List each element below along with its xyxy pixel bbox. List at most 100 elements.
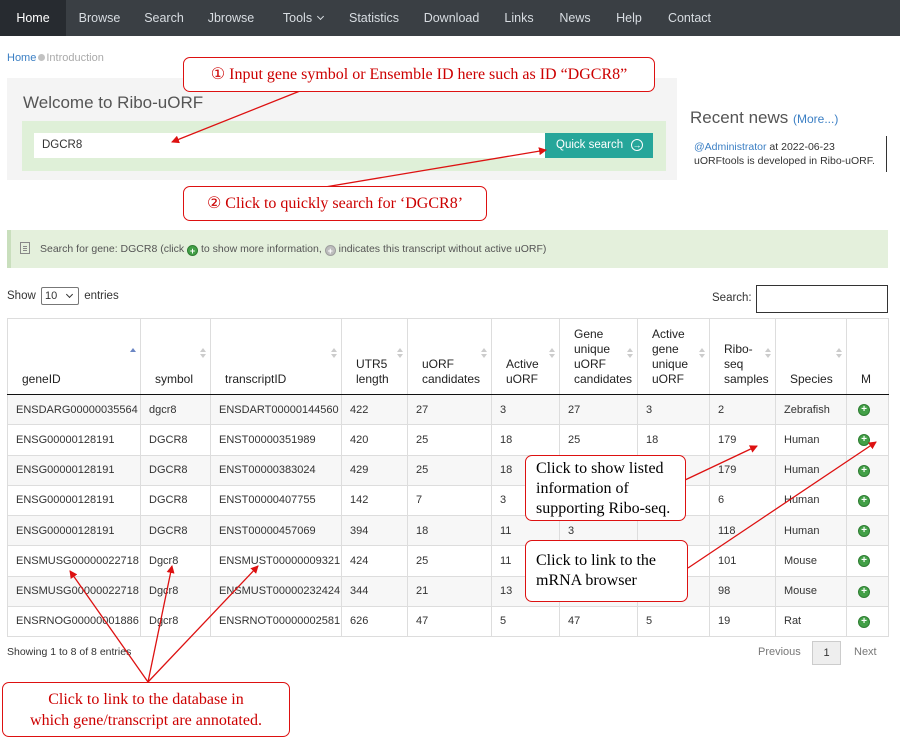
arrow-right-circle-icon: → bbox=[631, 139, 643, 151]
transcript-id-link[interactable]: ENSDART00000144560 bbox=[210, 393, 342, 426]
col-header-species[interactable]: Species bbox=[775, 318, 847, 395]
pagination-page-1[interactable]: 1 bbox=[812, 641, 841, 665]
news-more-link[interactable]: (More...) bbox=[793, 112, 838, 126]
transcript-id-link[interactable]: ENSMUST00000232424 bbox=[210, 575, 342, 607]
utr5-length-cell: 394 bbox=[341, 514, 408, 547]
expand-plus-icon[interactable]: + bbox=[858, 434, 870, 447]
transcript-id-link[interactable]: ENST00000351989 bbox=[210, 424, 342, 456]
search-info-text: Search for gene: DGCR8 (click + to show … bbox=[40, 243, 546, 256]
col-header-riboseq-samples[interactable]: Ribo-seq samples bbox=[709, 318, 776, 395]
recent-news-title: Recent news (More...) bbox=[690, 108, 838, 128]
nav-browse[interactable]: Browse bbox=[68, 0, 131, 36]
symbol-link[interactable]: dgcr8 bbox=[140, 393, 211, 426]
transcript-id-link[interactable]: ENSMUST00000009321 bbox=[210, 545, 342, 577]
transcript-id-link[interactable]: ENST00000383024 bbox=[210, 454, 342, 486]
gene-id-link[interactable]: ENSDARG00000035564 bbox=[7, 393, 141, 426]
expand-plus-icon[interactable]: + bbox=[858, 555, 870, 568]
transcript-id-link[interactable]: ENSRNOT00000002581 bbox=[210, 605, 342, 638]
pagination-previous[interactable]: Previous bbox=[758, 646, 801, 658]
riboseq-samples-link[interactable]: 2 bbox=[709, 393, 776, 426]
symbol-link[interactable]: Dgcr8 bbox=[140, 575, 211, 607]
nav-links[interactable]: Links bbox=[500, 0, 538, 36]
transcript-id-link[interactable]: ENST00000407755 bbox=[210, 484, 342, 517]
more-cell: + bbox=[846, 393, 889, 426]
entries-label: entries bbox=[84, 290, 119, 303]
riboseq-samples-link[interactable]: 179 bbox=[709, 454, 776, 486]
nav-news[interactable]: News bbox=[554, 0, 596, 36]
col-header-active-gene-unique[interactable]: Active gene unique uORF bbox=[637, 318, 710, 395]
riboseq-samples-link[interactable]: 19 bbox=[709, 605, 776, 638]
riboseq-samples-link[interactable]: 118 bbox=[709, 514, 776, 547]
col-header-uorf-candidates[interactable]: uORF candidates bbox=[407, 318, 492, 395]
quick-search-button[interactable]: Quick search → bbox=[545, 133, 653, 158]
active-gene-unique-cell: 18 bbox=[637, 424, 710, 456]
entries-select[interactable]: 10 bbox=[40, 287, 79, 305]
nav-tools-label: Tools bbox=[282, 11, 313, 25]
gene-id-link[interactable]: ENSMUSG00000022718 bbox=[7, 545, 141, 577]
symbol-link[interactable]: DGCR8 bbox=[140, 484, 211, 517]
col-header-utr5[interactable]: UTR5 length bbox=[341, 318, 408, 395]
expand-plus-icon[interactable]: + bbox=[858, 585, 870, 598]
news-author-link[interactable]: @Administrator bbox=[694, 141, 767, 153]
symbol-link[interactable]: DGCR8 bbox=[140, 454, 211, 486]
table-row: ENSRNOG00000001886 Dgcr8 ENSRNOT00000002… bbox=[7, 605, 889, 638]
gene-id-link[interactable]: ENSRNOG00000001886 bbox=[7, 605, 141, 638]
col-header-gene-unique-candidates[interactable]: Gene unique uORF candidates bbox=[559, 318, 638, 395]
table-search-input[interactable] bbox=[756, 285, 888, 313]
gene-search-input[interactable]: DGCR8 bbox=[34, 133, 545, 158]
col-gene-unique-candidates-label: Gene unique uORF candidates bbox=[574, 327, 633, 386]
transcript-id-link[interactable]: ENST00000457069 bbox=[210, 514, 342, 547]
col-geneid-label: geneID bbox=[22, 372, 61, 386]
sort-icon bbox=[765, 348, 771, 360]
active-uorf-cell: 5 bbox=[491, 605, 560, 638]
col-header-symbol[interactable]: symbol bbox=[140, 318, 211, 395]
symbol-link[interactable]: DGCR8 bbox=[140, 514, 211, 547]
nav-help[interactable]: Help bbox=[609, 0, 649, 36]
nav-jbrowse[interactable]: Jbrowse bbox=[199, 0, 263, 36]
symbol-link[interactable]: Dgcr8 bbox=[140, 545, 211, 577]
riboseq-samples-link[interactable]: 6 bbox=[709, 484, 776, 517]
entries-select-value: 10 bbox=[44, 290, 58, 302]
expand-plus-icon[interactable]: + bbox=[858, 494, 870, 507]
gene-id-link[interactable]: ENSG00000128191 bbox=[7, 484, 141, 517]
col-header-geneid[interactable]: geneID bbox=[7, 318, 141, 395]
nav-statistics[interactable]: Statistics bbox=[345, 0, 403, 36]
results-table: geneID symbol transcriptID UTR5 length u… bbox=[7, 318, 889, 638]
gene-id-link[interactable]: ENSMUSG00000022718 bbox=[7, 575, 141, 607]
breadcrumb: Home Introduction bbox=[7, 52, 104, 64]
expand-plus-icon[interactable]: + bbox=[858, 464, 870, 477]
col-species-label: Species bbox=[790, 372, 833, 386]
nav-tools[interactable]: Tools bbox=[270, 0, 336, 36]
callout-riboseq-line1: Click to show listed bbox=[536, 460, 664, 477]
symbol-link[interactable]: Dgcr8 bbox=[140, 605, 211, 638]
breadcrumb-current: Introduction bbox=[46, 52, 104, 64]
expand-plus-icon[interactable]: + bbox=[858, 525, 870, 538]
gene-id-link[interactable]: ENSG00000128191 bbox=[7, 514, 141, 547]
nav-home[interactable]: Home bbox=[0, 0, 66, 36]
breadcrumb-home[interactable]: Home bbox=[7, 52, 36, 64]
callout-database-hint: Click to link to the database in which g… bbox=[2, 682, 290, 737]
riboseq-samples-link[interactable]: 98 bbox=[709, 575, 776, 607]
nav-contact[interactable]: Contact bbox=[663, 0, 716, 36]
gene-id-link[interactable]: ENSG00000128191 bbox=[7, 454, 141, 486]
sort-icon bbox=[331, 348, 337, 360]
riboseq-samples-link[interactable]: 179 bbox=[709, 424, 776, 456]
riboseq-samples-link[interactable]: 101 bbox=[709, 545, 776, 577]
species-cell: Human bbox=[775, 484, 847, 517]
col-header-active-uorf[interactable]: Active uORF bbox=[491, 318, 560, 395]
more-cell: + bbox=[846, 484, 889, 517]
col-header-more[interactable]: M bbox=[846, 318, 889, 395]
symbol-link[interactable]: DGCR8 bbox=[140, 424, 211, 456]
expand-plus-icon[interactable]: + bbox=[858, 404, 870, 417]
nav-search[interactable]: Search bbox=[135, 0, 193, 36]
active-gene-unique-cell: 3 bbox=[637, 393, 710, 426]
sort-icon bbox=[836, 348, 842, 360]
gene-id-link[interactable]: ENSG00000128191 bbox=[7, 424, 141, 456]
pagination-next[interactable]: Next bbox=[854, 646, 877, 658]
uorf-candidates-cell: 47 bbox=[407, 605, 492, 638]
nav-download[interactable]: Download bbox=[418, 0, 485, 36]
expand-plus-icon[interactable]: + bbox=[858, 615, 870, 628]
more-cell: + bbox=[846, 424, 889, 456]
col-header-transcriptid[interactable]: transcriptID bbox=[210, 318, 342, 395]
utr5-length-cell: 429 bbox=[341, 454, 408, 486]
